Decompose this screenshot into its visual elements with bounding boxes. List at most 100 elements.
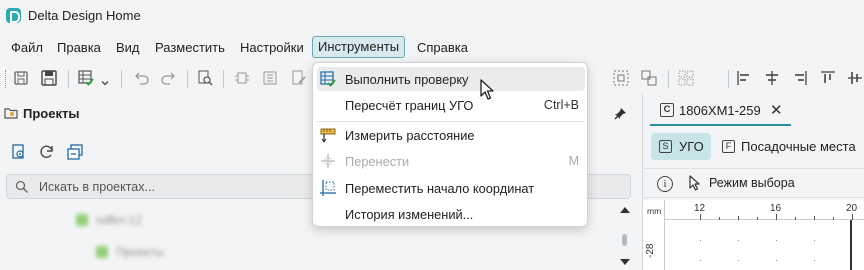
save-icon[interactable] <box>12 69 30 87</box>
menu-view[interactable]: Вид <box>113 37 143 59</box>
menu-item-label: История изменений... <box>345 207 474 222</box>
undo-icon[interactable] <box>132 69 150 87</box>
menu-item-move[interactable]: Перенести M <box>317 149 585 173</box>
refresh-icon[interactable] <box>38 143 56 161</box>
menu-item-shortcut: M <box>568 154 579 168</box>
footprint-badge-icon: F <box>722 140 735 153</box>
tree-item[interactable]: sdfkn-12 <box>56 212 356 230</box>
origin-icon <box>319 179 337 197</box>
ruler-tick <box>852 214 853 220</box>
check-table-icon <box>319 70 337 88</box>
mouse-cursor-icon <box>479 79 495 101</box>
ruler-tick <box>757 217 758 220</box>
ruler-tick <box>795 217 796 220</box>
menu-item-run-check[interactable]: Выполнить проверку <box>317 67 585 91</box>
menu-place[interactable]: Разместить <box>152 37 228 59</box>
pin-icon[interactable] <box>612 106 628 122</box>
mode-label: Режим выбора <box>709 176 795 190</box>
show-project-icon[interactable] <box>10 143 28 161</box>
app-logo-icon <box>6 8 21 23</box>
grid-dot <box>776 260 777 261</box>
menu-settings[interactable]: Настройки <box>237 37 307 59</box>
ruler-horizontal: 12 16 20 <box>643 200 864 220</box>
collapse-all-icon[interactable] <box>66 143 84 161</box>
move-icon <box>319 152 337 170</box>
ruler-tick <box>776 214 777 220</box>
tree-item[interactable]: Проекты <box>76 244 376 262</box>
grid-dot <box>814 240 815 241</box>
select-area-icon[interactable] <box>612 69 630 87</box>
ruler-label: -28 <box>645 243 656 258</box>
scrollbar-thumb[interactable] <box>622 234 627 246</box>
ruler-tick <box>814 216 815 220</box>
find-component-icon[interactable] <box>196 69 214 87</box>
align-top-icon[interactable] <box>819 69 837 87</box>
menu-item-label: Перенести <box>345 154 410 169</box>
menu-file[interactable]: Файл <box>8 37 46 59</box>
ruler-label: 12 <box>694 203 706 214</box>
menu-item-label: Выполнить проверку <box>345 72 469 87</box>
pin-grid-icon[interactable] <box>261 69 279 87</box>
menu-separator <box>317 121 585 122</box>
toolbar-separator <box>728 70 729 88</box>
save-all-icon[interactable] <box>40 69 58 87</box>
toolbar-separator <box>68 70 69 88</box>
ruler-tick <box>700 214 701 220</box>
scroll-up-arrow-icon[interactable] <box>620 207 630 213</box>
distribute-icon[interactable] <box>677 69 695 87</box>
grid-dot <box>700 260 701 261</box>
menu-help[interactable]: Справка <box>414 37 471 59</box>
info-icon[interactable]: i <box>657 176 673 192</box>
tab-footprints-label: Посадочные места <box>741 139 856 154</box>
toolbar-separator <box>223 70 224 88</box>
menu-item-label: Измерить расстояние <box>345 128 475 143</box>
close-icon[interactable]: ✕ <box>770 101 783 119</box>
app-title: Delta Design Home <box>28 8 141 23</box>
scroll-down-arrow-icon[interactable] <box>620 259 630 265</box>
toolbar-separator <box>121 70 122 88</box>
group-icon[interactable] <box>640 69 658 87</box>
menu-item-recalc-bounds[interactable]: Пересчёт границ УГО Ctrl+B <box>317 93 585 117</box>
ruler-label: 20 <box>846 203 858 214</box>
component-icon[interactable] <box>233 69 251 87</box>
tab-footprints[interactable]: F Посадочные места <box>716 133 864 160</box>
tab-ugo[interactable]: S УГО <box>651 133 711 160</box>
title-bar: Delta Design Home <box>0 0 864 32</box>
align-right-icon[interactable] <box>791 69 809 87</box>
menu-bar: Файл Правка Вид Разместить Настройки Инс… <box>0 33 864 61</box>
active-tab-indicator <box>650 124 791 126</box>
ruler-tick <box>833 217 834 220</box>
align-center-icon[interactable] <box>763 69 781 87</box>
ruler-tick <box>738 216 739 220</box>
check-table-icon[interactable] <box>77 69 95 87</box>
edit-doc-icon[interactable] <box>290 69 308 87</box>
project-icon <box>76 214 88 226</box>
menu-item-move-origin[interactable]: Переместить начало координат <box>317 176 585 200</box>
menu-item-history[interactable]: История изменений... <box>317 202 585 226</box>
ruler-label: 16 <box>770 203 782 214</box>
search-icon <box>15 180 29 194</box>
menu-tools[interactable]: Инструменты <box>312 36 406 58</box>
folder-icon <box>4 107 18 119</box>
align-middle-icon[interactable] <box>846 69 864 87</box>
grid-dot <box>738 260 739 261</box>
tab-ugo-label: УГО <box>679 139 704 154</box>
project-icon <box>96 246 108 258</box>
menu-edit[interactable]: Правка <box>54 37 104 59</box>
symbol-outline[interactable] <box>850 220 852 270</box>
document-tab-label: 1806ХМ1-259 <box>679 103 761 118</box>
document-tab[interactable]: C 1806ХМ1-259 ✕ <box>648 96 790 124</box>
redo-icon[interactable] <box>160 69 178 87</box>
document-type-badge: C <box>660 103 674 117</box>
grid-dot <box>700 240 701 241</box>
menu-item-measure[interactable]: Измерить расстояние <box>317 123 585 147</box>
chevron-down-icon[interactable] <box>101 75 109 86</box>
menu-item-label: Переместить начало координат <box>345 181 535 196</box>
align-left-icon[interactable] <box>735 69 753 87</box>
menu-item-label: Пересчёт границ УГО <box>345 98 474 113</box>
schematic-canvas[interactable]: 12 16 20 -28 mm <box>643 200 864 270</box>
symbol-badge-icon: S <box>659 140 672 153</box>
projects-panel-title: Проекты <box>23 106 80 121</box>
toolbar-separator <box>187 70 188 88</box>
toolbar-grip <box>5 70 6 88</box>
